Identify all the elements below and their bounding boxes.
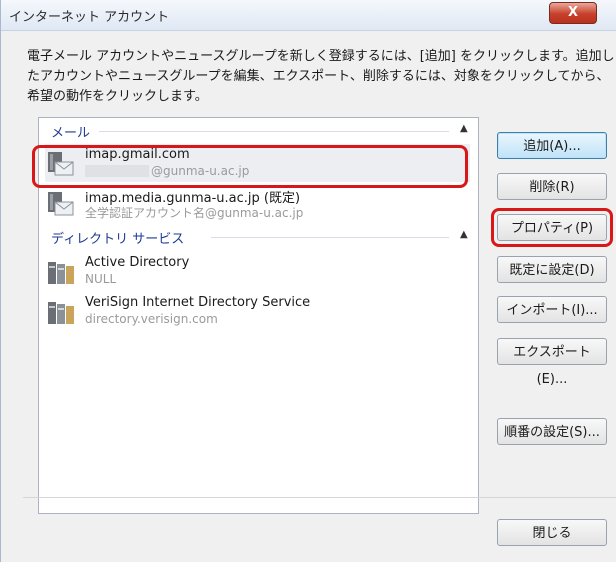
mail-account-icon	[48, 192, 74, 216]
add-button[interactable]: 追加(A)...	[497, 132, 607, 159]
export-button[interactable]: エクスポート(E)...	[497, 338, 607, 387]
account-item-verisign[interactable]: VeriSign Internet Directory Service dire…	[45, 292, 470, 330]
dialog-content: 電子メール アカウントやニュースグループを新しく登録するには、[追加] をクリッ…	[1, 31, 616, 562]
account-subtitle: directory.verisign.com	[85, 312, 218, 326]
chevron-up-icon[interactable]: ▲	[460, 230, 470, 240]
account-subtitle: 全学認証アカウント名@gunma-u.ac.jp	[85, 206, 304, 220]
window-title: インターネット アカウント	[9, 10, 170, 25]
instructions-text: 電子メール アカウントやニュースグループを新しく登録するには、[追加] をクリッ…	[27, 49, 615, 104]
group-divider-mail	[99, 131, 449, 132]
set-default-button[interactable]: 既定に設定(D)	[497, 256, 607, 283]
chevron-up-icon[interactable]: ▲	[460, 124, 470, 134]
group-header-directory: ディレクトリ サービス	[51, 232, 185, 247]
directory-service-icon	[48, 262, 74, 284]
account-item-media[interactable]: imap.media.gunma-u.ac.jp (既定) 全学認証アカウント名…	[45, 184, 470, 222]
internet-accounts-dialog: インターネット アカウント X 電子メール アカウントやニュースグループを新しく…	[0, 0, 616, 562]
close-window-button[interactable]: X	[549, 2, 597, 24]
account-title: VeriSign Internet Directory Service	[85, 295, 311, 310]
account-title: Active Directory	[85, 255, 190, 270]
close-button[interactable]: 閉じる	[497, 519, 607, 546]
highlight-gmail-account	[32, 145, 468, 188]
order-button[interactable]: 順番の設定(S)...	[497, 418, 607, 445]
group-header-mail: メール	[51, 126, 91, 141]
title-bar[interactable]: インターネット アカウント X	[1, 0, 616, 31]
group-divider-directory	[211, 237, 449, 238]
directory-service-icon	[48, 302, 74, 324]
delete-button[interactable]: 削除(R)	[497, 173, 607, 200]
highlight-properties-button	[491, 208, 613, 247]
footer-divider	[23, 497, 616, 498]
account-subtitle: NULL	[85, 272, 117, 286]
account-item-active-directory[interactable]: Active Directory NULL	[45, 252, 470, 290]
import-button[interactable]: インポート(I)...	[497, 296, 607, 323]
